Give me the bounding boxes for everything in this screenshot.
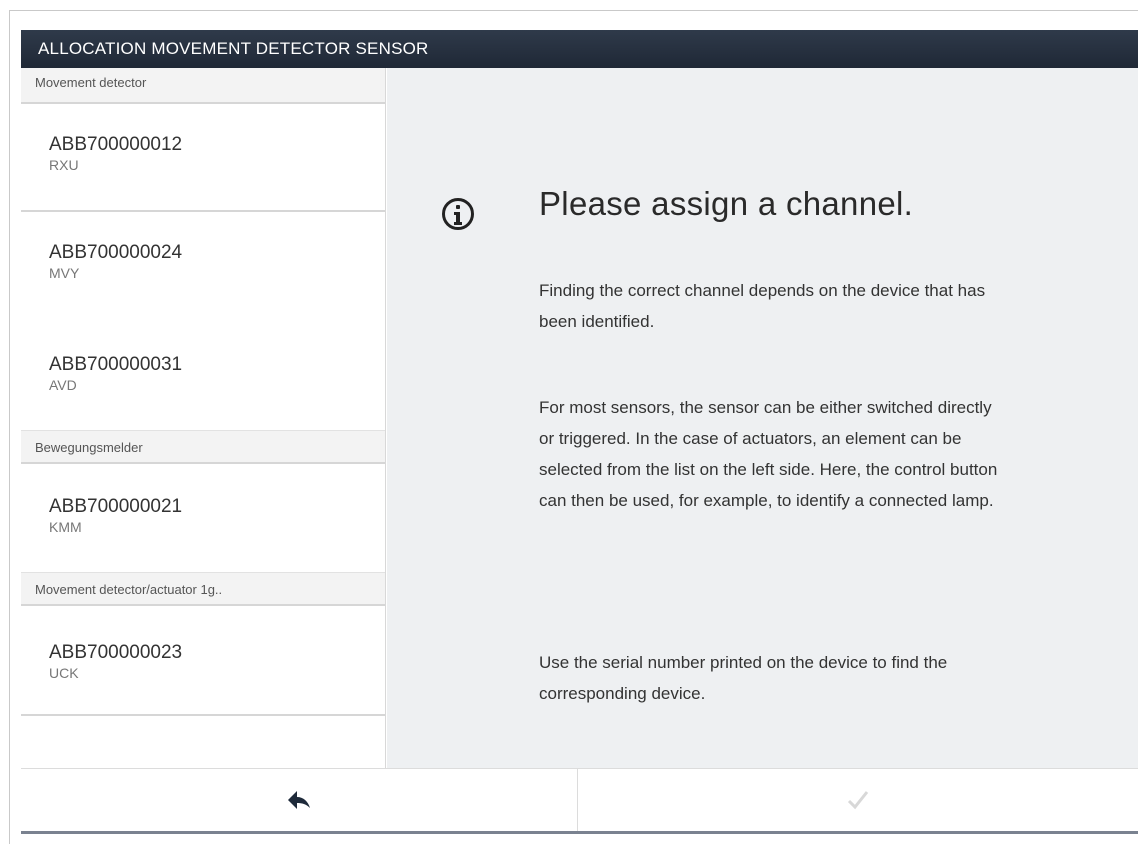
device-type: KMM [49,519,82,535]
group-header-bewegungsmelder: Bewegungsmelder [21,430,385,464]
device-serial: ABB700000031 [49,354,183,375]
footer-shadow [21,831,1138,834]
device-item-abb700000021[interactable]: ABB700000021 KMM [21,464,385,572]
confirm-button[interactable] [578,769,1138,831]
device-type: UCK [49,665,79,681]
info-icon [442,198,474,230]
back-button[interactable] [21,769,578,831]
device-item-abb700000031[interactable]: ABB700000031 AVD [21,320,385,430]
dialog-window: ALLOCATION MOVEMENT DETECTOR SENSOR Move… [21,30,1138,834]
footer-bar [21,768,1138,831]
device-serial: ABB700000024 [49,242,183,263]
device-item-abb700000012[interactable]: ABB700000012 RXU [21,104,385,212]
outer-border-left [9,10,10,844]
device-serial: ABB700000023 [49,642,183,663]
device-item-abb700000023[interactable]: ABB700000023 UCK [21,606,385,716]
info-paragraph-2: For most sensors, the sensor can be eith… [539,398,998,510]
group-header-movement-detector-actuator: Movement detector/actuator 1g.. [21,572,385,606]
window-title: ALLOCATION MOVEMENT DETECTOR SENSOR [21,30,1138,68]
group-header-movement-detector: Movement detector [21,68,385,104]
info-panel: Please assign a channel. Finding the cor… [387,68,1138,768]
device-serial: ABB700000012 [49,134,183,155]
device-list-sidebar[interactable]: Movement detector ABB700000012 RXU ABB70… [21,68,386,768]
device-type: MVY [49,265,80,281]
device-type: AVD [49,377,77,393]
info-paragraph-1: Finding the correct channel depends on t… [539,281,986,331]
checkmark-icon [847,791,869,810]
device-item-abb700000024[interactable]: ABB700000024 MVY [21,212,385,320]
device-serial: ABB700000021 [49,496,183,517]
outer-border-top [9,10,1138,11]
info-heading: Please assign a channel. [539,185,914,222]
back-arrow-icon [288,791,310,809]
info-paragraph-3: Use the serial number printed on the dev… [539,653,948,703]
device-type: RXU [49,157,79,173]
